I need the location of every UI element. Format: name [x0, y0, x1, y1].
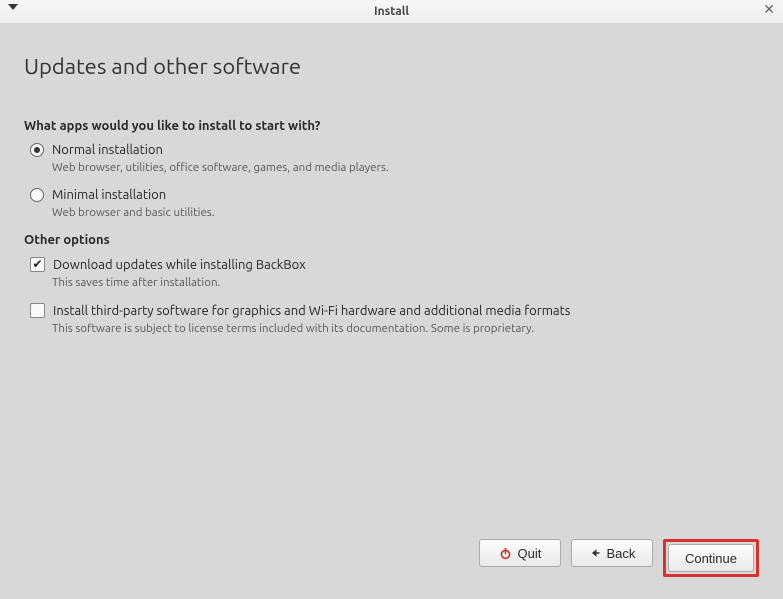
continue-label: Continue [685, 551, 737, 566]
page-title: Updates and other software [24, 54, 759, 79]
titlebar: Install ✕ [0, 0, 783, 24]
back-label: Back [607, 546, 636, 561]
quit-button[interactable]: Quit [479, 539, 561, 567]
checkbox-icon[interactable] [30, 257, 45, 272]
checkbox-description: This saves time after installation. [52, 276, 759, 289]
radio-icon[interactable] [30, 188, 44, 202]
checkbox-option-download-updates[interactable]: Download updates while installing BackBo… [30, 257, 759, 272]
installer-page: Updates and other software What apps wou… [0, 24, 783, 599]
continue-highlight: Continue [663, 539, 759, 577]
window-menu-dropdown-icon[interactable] [8, 4, 18, 10]
quit-label: Quit [518, 546, 542, 561]
radio-option-normal[interactable]: Normal installation [30, 143, 759, 157]
close-icon[interactable]: ✕ [763, 2, 775, 16]
checkbox-description: This software is subject to license term… [52, 322, 759, 335]
checkbox-label: Download updates while installing BackBo… [53, 258, 306, 272]
checkbox-option-third-party[interactable]: Install third-party software for graphic… [30, 303, 759, 318]
radio-icon[interactable] [30, 143, 44, 157]
footer-buttons: Quit Back Continue [479, 539, 759, 577]
radio-label: Normal installation [52, 143, 163, 157]
radio-label: Minimal installation [52, 188, 166, 202]
arrow-left-icon [589, 547, 601, 559]
back-button[interactable]: Back [571, 539, 653, 567]
checkbox-label: Install third-party software for graphic… [53, 304, 570, 318]
radio-option-minimal[interactable]: Minimal installation [30, 188, 759, 202]
install-question: What apps would you like to install to s… [24, 119, 759, 133]
checkbox-icon[interactable] [30, 303, 45, 318]
power-icon [499, 547, 512, 560]
radio-description: Web browser and basic utilities. [52, 206, 759, 219]
radio-description: Web browser, utilities, office software,… [52, 161, 759, 174]
window-title: Install [374, 5, 409, 18]
other-options-label: Other options [24, 233, 759, 247]
continue-button[interactable]: Continue [668, 544, 754, 572]
